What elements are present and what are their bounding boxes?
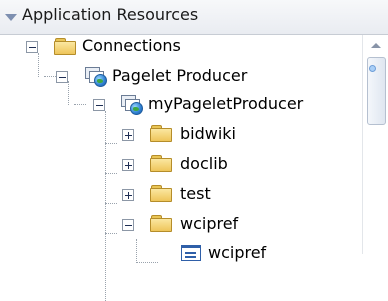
- tree-node-label: Connections: [82, 36, 181, 55]
- folder-icon: [150, 185, 172, 202]
- collapse-icon[interactable]: [122, 219, 134, 231]
- resource-tree: Connections Pagelet Producer myPageletPr…: [0, 35, 362, 301]
- expand-icon[interactable]: [122, 159, 134, 171]
- folder-icon: [150, 125, 172, 142]
- folder-icon: [150, 155, 172, 172]
- folder-icon: [150, 215, 172, 232]
- pagelet-producer-icon: [120, 94, 143, 115]
- scroll-grip-icon: [369, 65, 376, 72]
- expand-icon[interactable]: [122, 129, 134, 141]
- tree-node-label: test: [180, 184, 211, 203]
- collapse-icon[interactable]: [56, 71, 68, 83]
- tree-node-my-pagelet-producer[interactable]: myPageletProducer: [0, 92, 320, 120]
- folder-icon: [54, 38, 76, 55]
- tree-node-wcipref-pagelet[interactable]: wcipref: [0, 241, 300, 269]
- application-resources-panel: Application Resources Connections Pagele…: [0, 0, 388, 301]
- tree-node-label: myPageletProducer: [148, 94, 304, 113]
- tree-node-label: Pagelet Producer: [112, 66, 248, 85]
- vertical-scrollbar[interactable]: [362, 35, 388, 254]
- expand-triangle-icon[interactable]: [5, 14, 17, 21]
- scroll-up-icon[interactable]: [371, 43, 381, 48]
- tree-node-pagelet-producer[interactable]: Pagelet Producer: [0, 63, 260, 91]
- collapse-icon[interactable]: [26, 41, 38, 53]
- tree-node-connections[interactable]: Connections: [0, 35, 200, 63]
- panel-title: Application Resources: [22, 5, 199, 24]
- tree-node-wcipref-folder[interactable]: wcipref: [0, 212, 260, 240]
- panel-header[interactable]: Application Resources: [0, 0, 388, 35]
- tree-node-bidwiki[interactable]: bidwiki: [0, 122, 240, 150]
- expand-icon[interactable]: [122, 189, 134, 201]
- tree-node-label: bidwiki: [180, 124, 236, 143]
- collapse-icon[interactable]: [93, 99, 105, 111]
- tree-node-test[interactable]: test: [0, 182, 240, 210]
- tree-node-label: doclib: [180, 154, 228, 173]
- pagelet-icon: [180, 244, 202, 261]
- tree-node-label: wcipref: [180, 214, 239, 233]
- tree-node-doclib[interactable]: doclib: [0, 152, 240, 180]
- pagelet-producer-icon: [84, 66, 107, 87]
- tree-node-label: wcipref: [208, 243, 267, 262]
